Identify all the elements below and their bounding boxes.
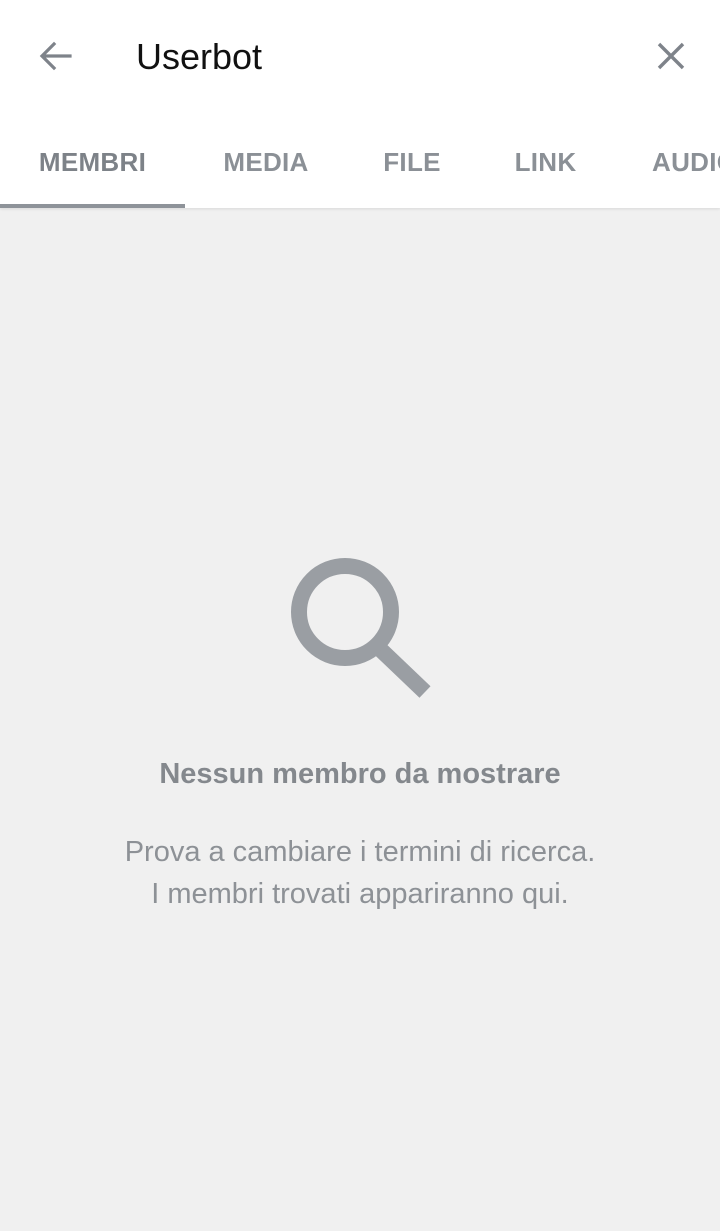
empty-state-line-2: I membri trovati appariranno qui. <box>151 878 569 910</box>
tab-file[interactable]: FILE <box>347 120 477 204</box>
page-title: Userbot <box>136 36 263 77</box>
tab-media[interactable]: MEDIA <box>185 120 347 204</box>
tab-membri[interactable]: MEMBRI <box>0 120 185 204</box>
search-icon <box>291 558 431 698</box>
arrow-left-icon <box>39 41 72 71</box>
empty-state-line-1: Prova a cambiare i termini di ricerca. <box>124 836 596 868</box>
empty-state-description: Prova a cambiare i termini di ricerca. I… <box>0 831 720 915</box>
tab-audio[interactable]: AUDIO <box>652 120 720 204</box>
tab-bar: MEMBRI MEDIA FILE LINK AUDIO <box>0 120 720 208</box>
close-button[interactable] <box>643 28 699 84</box>
empty-state: Nessun membro da mostrare Prova a cambia… <box>0 540 720 915</box>
tab-link[interactable]: LINK <box>477 120 614 204</box>
close-icon <box>657 42 685 70</box>
app-header: Userbot MEMBRI MEDIA FILE LINK AUDIO <box>0 0 720 208</box>
empty-state-title: Nessun membro da mostrare <box>159 758 561 790</box>
active-tab-indicator <box>0 204 185 208</box>
back-button[interactable] <box>28 28 84 84</box>
